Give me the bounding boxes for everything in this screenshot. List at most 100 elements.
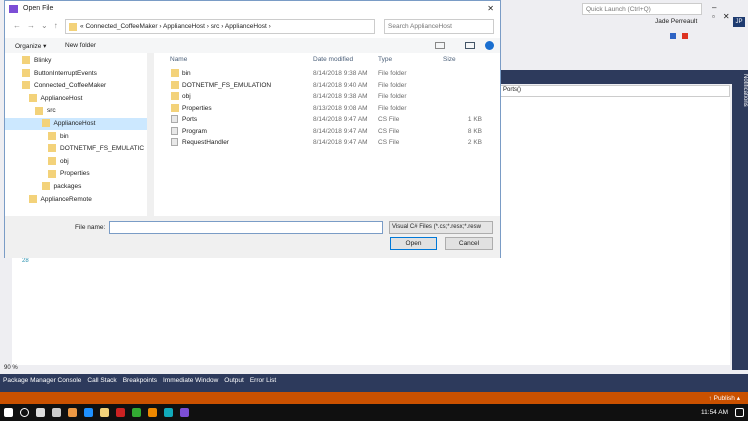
tree-item[interactable]: src xyxy=(35,105,56,117)
folder-icon xyxy=(171,69,179,77)
pause-icon[interactable] xyxy=(670,33,676,39)
tab-error-list[interactable]: Error List xyxy=(250,377,276,389)
tree-item-label: ApplianceHost xyxy=(53,120,96,127)
tree-item[interactable]: ButtonInterruptEvents xyxy=(22,68,97,80)
cancel-button[interactable]: Cancel xyxy=(445,237,493,250)
tree-item[interactable]: ApplianceHost xyxy=(5,118,147,130)
tab-breakpoints[interactable]: Breakpoints xyxy=(123,377,157,389)
file-name-input[interactable] xyxy=(109,221,383,234)
avatar[interactable]: JP xyxy=(733,17,745,27)
tree-item[interactable]: Connected_CoffeeMaker xyxy=(22,80,106,92)
file-date: 8/13/2018 9:08 AM xyxy=(313,104,368,112)
file-row[interactable]: bin 8/14/2018 9:38 AM File folder xyxy=(160,68,500,79)
tree-item[interactable]: obj xyxy=(48,156,69,168)
tree-item[interactable]: DOTNETMF_FS_EMULATIC xyxy=(48,143,144,155)
tree-item-label: Blinky xyxy=(34,57,52,64)
file-row[interactable]: RequestHandler 8/14/2018 9:47 AM CS File 2 … xyxy=(160,137,500,148)
organize-button[interactable]: Organize ▾ xyxy=(15,42,46,50)
file-row[interactable]: DOTNETMF_FS_EMULATION 8/14/2018 9:40 AM Fi… xyxy=(160,80,500,91)
app-icon[interactable] xyxy=(132,408,141,417)
cortana-icon[interactable] xyxy=(20,408,29,417)
document-tab-bar xyxy=(500,70,732,84)
column-size[interactable]: Size xyxy=(443,56,456,63)
breadcrumb-item[interactable]: src xyxy=(211,23,220,30)
file-type-dropdown[interactable]: Visual C# Files (*.cs;*.resx;*.resw xyxy=(389,221,493,234)
explorer-icon[interactable] xyxy=(100,408,109,417)
close-button[interactable]: ✕ xyxy=(487,4,494,13)
visual-studio-icon[interactable] xyxy=(180,408,189,417)
folder-icon xyxy=(22,81,30,90)
task-view-icon[interactable] xyxy=(36,408,45,417)
tree-item[interactable]: bin xyxy=(48,131,69,143)
store-icon[interactable] xyxy=(52,408,61,417)
tree-item-label: bin xyxy=(60,132,69,140)
edge-icon[interactable] xyxy=(84,408,93,417)
file-date: 8/14/2018 9:38 AM xyxy=(313,93,368,100)
stop-icon[interactable] xyxy=(682,33,688,39)
folder-icon xyxy=(48,131,56,140)
tab-output[interactable]: Output xyxy=(224,377,244,389)
line-number: 28 xyxy=(22,258,29,264)
notifications-tab[interactable]: Notifications xyxy=(732,70,748,370)
column-name[interactable]: Name xyxy=(170,56,187,63)
action-center-icon[interactable] xyxy=(735,408,744,417)
app-icon[interactable] xyxy=(116,408,125,417)
folder-icon xyxy=(171,103,179,112)
tab-package-manager-console[interactable]: Package Manager Console xyxy=(3,377,81,389)
file-icon xyxy=(171,138,178,146)
folder-icon xyxy=(35,106,43,115)
file-row[interactable]: Program 8/14/2018 9:47 AM CS File 8 KB xyxy=(160,126,500,137)
folder-tree[interactable]: Blinky ButtonInterruptEvents Connected_Cof… xyxy=(5,53,155,216)
tree-item[interactable]: packages xyxy=(41,181,82,193)
publish-button[interactable]: ↑ Publish ▴ xyxy=(709,395,740,402)
file-date: 8/14/2018 9:40 AM xyxy=(313,81,368,89)
member-dropdown[interactable]: Ports() xyxy=(500,85,730,97)
zoom-level[interactable]: 90 % xyxy=(2,365,730,374)
file-row[interactable]: Ports 8/14/2018 9:47 AM CS File 1 KB xyxy=(160,114,500,125)
open-button[interactable]: Open xyxy=(390,237,437,250)
file-list[interactable]: Name Date modified Type Size bin 8/14/201… xyxy=(160,53,500,216)
clock[interactable]: 11:54 AM xyxy=(701,409,728,416)
breadcrumb-item[interactable]: ApplianceHost xyxy=(225,23,267,30)
column-type[interactable]: Type xyxy=(378,56,392,63)
file-size: 1 KB xyxy=(467,116,482,123)
folder-icon xyxy=(48,144,56,153)
taskbar: 11:54 AM xyxy=(0,404,748,421)
tree-item[interactable]: ApplianceHost xyxy=(28,93,82,105)
tree-item-label: packages xyxy=(53,183,82,190)
app-icon[interactable] xyxy=(148,408,157,417)
file-row[interactable]: obj 8/14/2018 9:38 AM File folder xyxy=(160,91,500,102)
file-name: Ports xyxy=(182,116,198,123)
column-date[interactable]: Date modified xyxy=(313,56,353,63)
file-type: File folder xyxy=(378,93,407,100)
chrome-icon[interactable] xyxy=(68,408,77,417)
quick-launch-input[interactable]: Quick Launch (Ctrl+Q) xyxy=(582,3,702,15)
tree-scrollbar[interactable] xyxy=(147,53,154,216)
file-row[interactable]: Properties 8/13/2018 9:08 AM File folder xyxy=(160,103,500,114)
address-bar[interactable]: « Connected_CoffeeMaker › ApplianceHost … xyxy=(65,19,375,34)
user-name[interactable]: Jade Perreault xyxy=(655,18,697,25)
file-name: obj xyxy=(182,93,191,100)
nav-buttons[interactable]: ←→⌄↑ xyxy=(13,21,64,30)
tree-item-label: ApplianceRemote xyxy=(40,195,92,203)
app-icon[interactable] xyxy=(164,408,173,417)
tab-call-stack[interactable]: Call Stack xyxy=(87,377,116,389)
folder-icon xyxy=(48,157,56,166)
file-type: File folder xyxy=(378,70,407,77)
help-icon[interactable] xyxy=(485,41,494,50)
tree-item[interactable]: ApplianceRemote xyxy=(28,194,92,206)
preview-pane-icon[interactable] xyxy=(465,42,475,49)
start-icon[interactable] xyxy=(4,408,13,417)
file-type: CS File xyxy=(378,116,400,123)
tree-item[interactable]: Blinky xyxy=(22,55,51,67)
view-icon[interactable] xyxy=(435,42,445,49)
tree-item[interactable]: Properties xyxy=(48,168,90,180)
tree-item-label: ButtonInterruptEvents xyxy=(34,69,97,77)
breadcrumb-item[interactable]: Connected_CoffeeMaker xyxy=(85,23,157,30)
file-name: Properties xyxy=(182,104,212,112)
tree-item-label: DOTNETMF_FS_EMULATIC xyxy=(60,145,145,153)
breadcrumb-item[interactable]: ApplianceHost xyxy=(163,23,205,30)
search-input[interactable] xyxy=(384,19,494,34)
new-folder-button[interactable]: New folder xyxy=(65,42,96,49)
tab-immediate-window[interactable]: Immediate Window xyxy=(163,377,218,389)
